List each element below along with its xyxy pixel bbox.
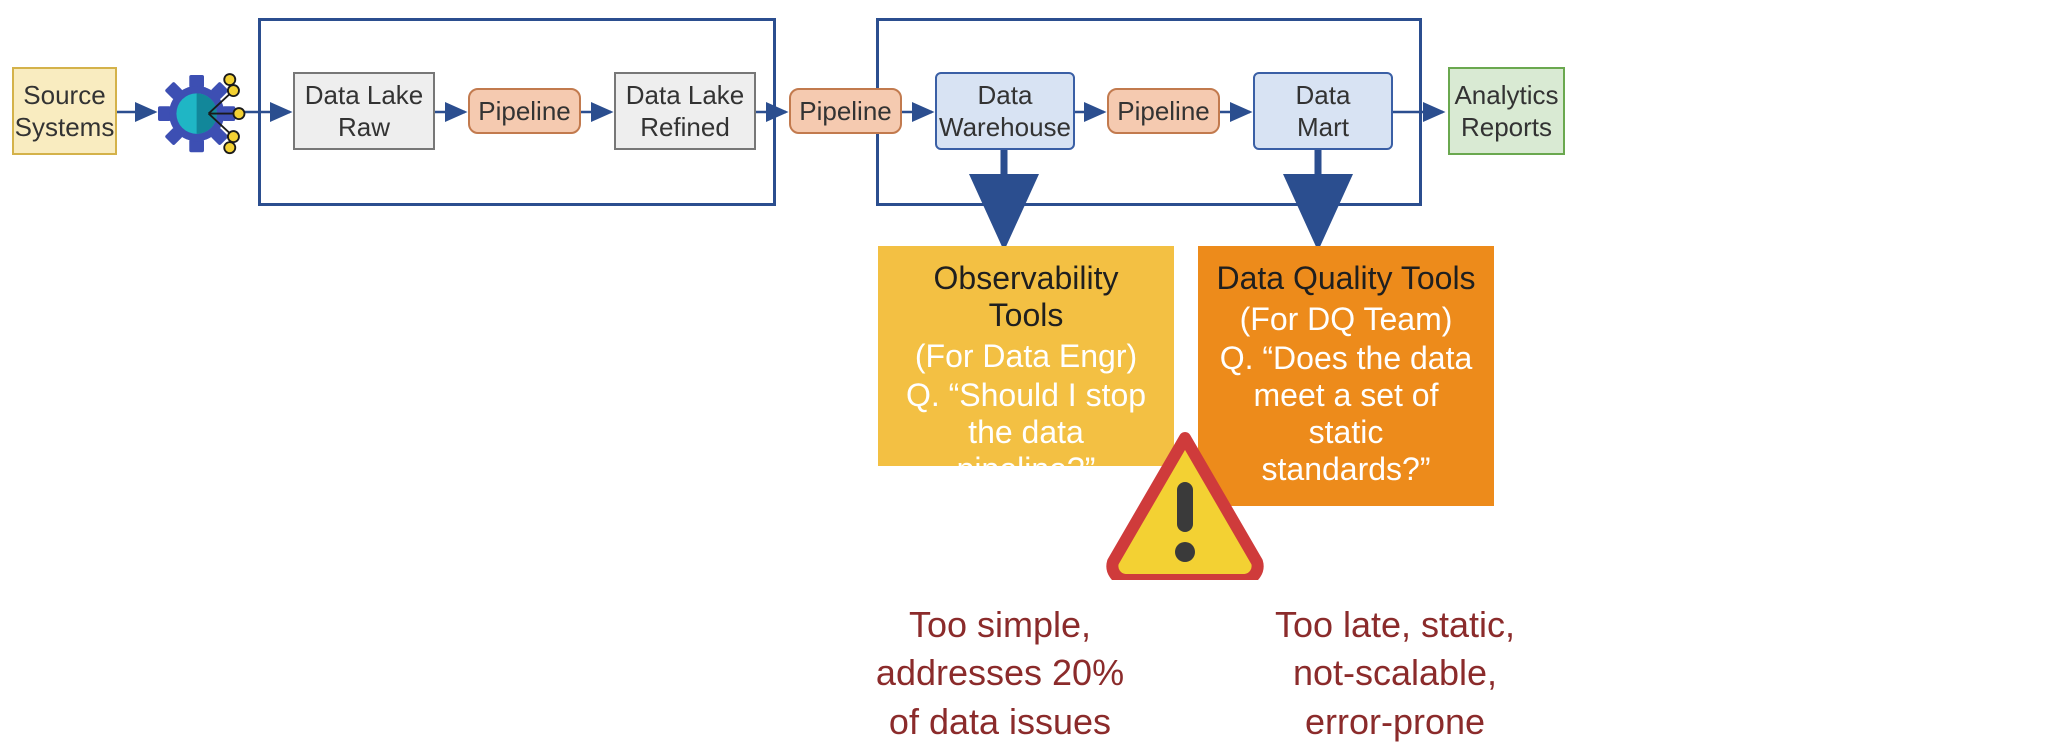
callout-title: Data Quality Tools: [1216, 260, 1476, 297]
callout-sub: Q. “Does the data: [1216, 340, 1476, 377]
etl-gear-icon: [158, 63, 250, 155]
label: Pipeline: [1117, 96, 1210, 127]
label: Pipeline: [799, 96, 892, 127]
node-data-lake-refined: Data Lake Refined: [614, 72, 756, 150]
callout-title: Observability Tools: [896, 260, 1156, 334]
callout-sub: Q. “Should I stop: [896, 377, 1156, 414]
callout-sub: (For DQ Team): [1216, 301, 1476, 338]
label: Too simple, addresses 20% of data issues: [876, 604, 1124, 742]
label: Data Lake Raw: [305, 79, 424, 144]
label: Analytics Reports: [1454, 79, 1558, 144]
issue-text-dq: Too late, static, not-scalable, error-pr…: [1250, 552, 1540, 746]
node-source-systems: Source Systems: [12, 67, 117, 155]
issue-text-observability: Too simple, addresses 20% of data issues: [860, 552, 1140, 746]
node-data-mart: Data Mart: [1253, 72, 1393, 150]
node-pipeline-2: Pipeline: [789, 88, 902, 134]
label: Too late, static, not-scalable, error-pr…: [1275, 604, 1515, 742]
label: Data Lake Refined: [626, 79, 745, 144]
node-data-warehouse: Data Warehouse: [935, 72, 1075, 150]
label: Data Mart: [1296, 79, 1351, 144]
node-data-lake-raw: Data Lake Raw: [293, 72, 435, 150]
label: Data Warehouse: [939, 79, 1071, 144]
label: Source Systems: [15, 79, 115, 144]
label: Pipeline: [478, 96, 571, 127]
callout-sub: (For Data Engr): [896, 338, 1156, 375]
node-pipeline-3: Pipeline: [1107, 88, 1220, 134]
node-analytics-reports: Analytics Reports: [1448, 67, 1565, 155]
node-pipeline-1: Pipeline: [468, 88, 581, 134]
